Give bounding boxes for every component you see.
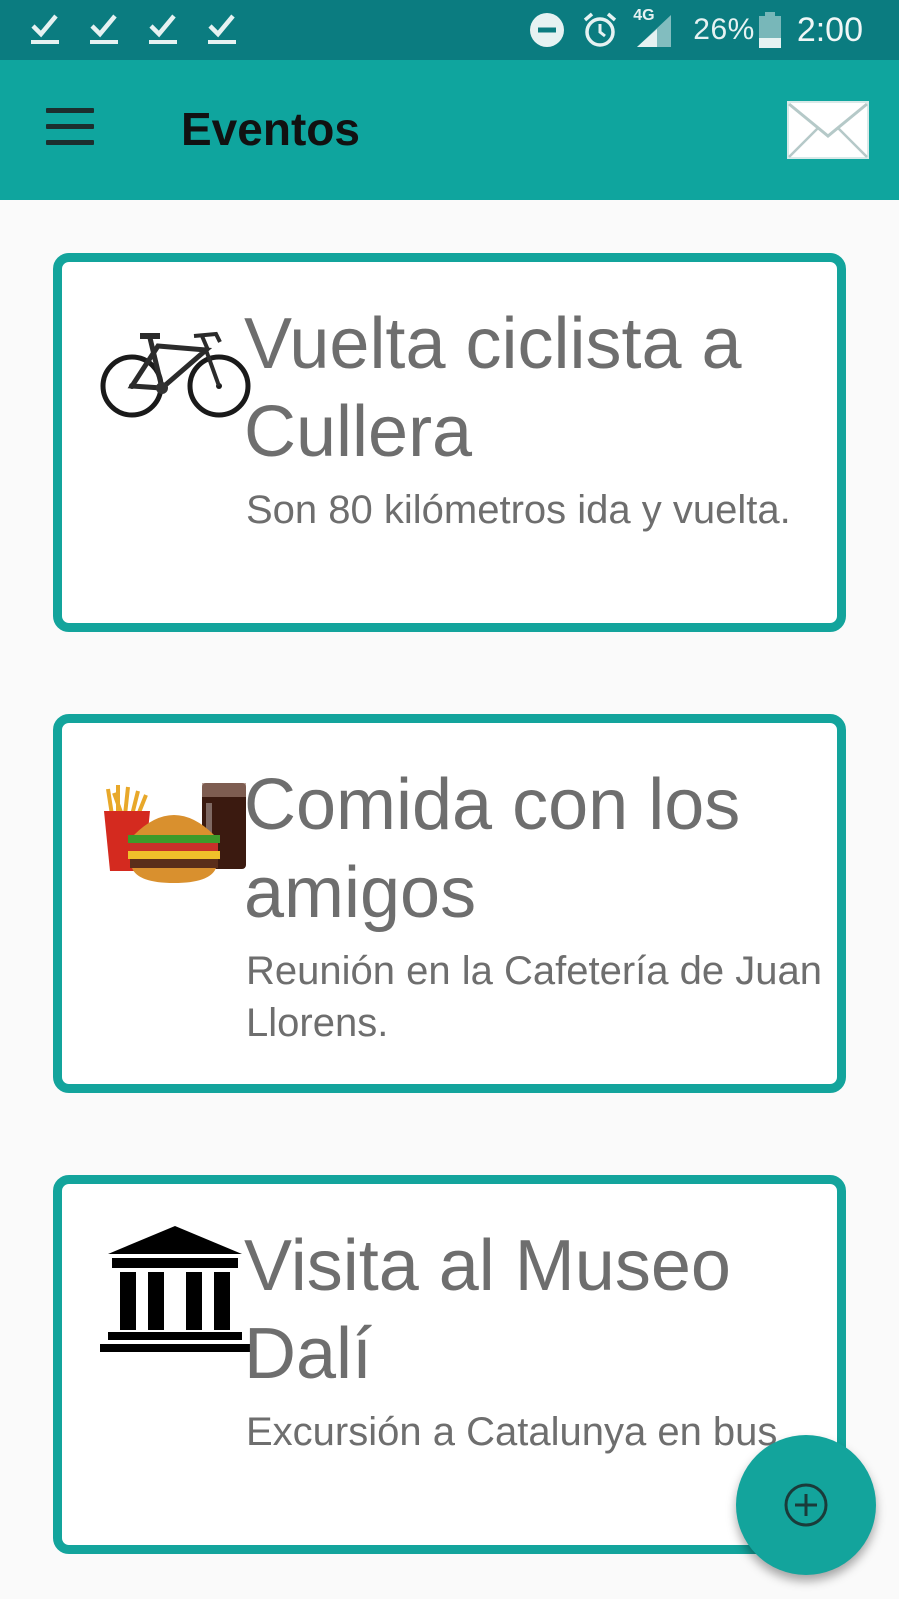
add-event-button[interactable] — [736, 1435, 876, 1575]
check-icon — [208, 14, 236, 44]
check-icon — [149, 14, 177, 44]
event-card[interactable]: Vuelta ciclista a Cullera Son 80 kilómet… — [53, 253, 846, 632]
alarm-icon — [584, 12, 617, 47]
app-bar: Eventos — [0, 60, 899, 200]
event-title: Visita al Museo Dalí — [244, 1226, 731, 1394]
hamburger-menu-icon[interactable] — [46, 108, 94, 150]
museum-image — [100, 1226, 250, 1352]
battery-icon — [758, 12, 781, 48]
network-type: 4G — [633, 7, 655, 24]
event-card[interactable]: Comida con los amigos Reunión en la Cafe… — [53, 714, 846, 1093]
status-bar: 4G 26% 2:00 — [0, 0, 899, 60]
event-description: Son 80 kilómetros ida y vuelta. — [246, 488, 791, 532]
add-circle-icon — [784, 1483, 828, 1527]
bicycle-image — [100, 331, 251, 418]
battery-percent: 26% — [693, 13, 755, 46]
check-icon — [90, 14, 118, 44]
event-card[interactable]: Visita al Museo Dalí Excursión a Catalun… — [53, 1175, 846, 1554]
page-title: Eventos — [181, 103, 360, 155]
burger-meal-image — [104, 783, 246, 883]
clock: 2:00 — [796, 10, 863, 49]
signal-icon: 4G — [633, 7, 673, 49]
mail-icon[interactable] — [786, 100, 870, 160]
event-description: Excursión a Catalunya en bus. — [246, 1410, 789, 1454]
event-title: Vuelta ciclista a Cullera — [244, 304, 742, 472]
check-icon — [31, 14, 59, 44]
do-not-disturb-icon — [530, 13, 565, 47]
event-description: Reunión en la Cafetería de Juan Llorens. — [246, 949, 822, 1045]
event-title: Comida con los amigos — [244, 765, 741, 933]
